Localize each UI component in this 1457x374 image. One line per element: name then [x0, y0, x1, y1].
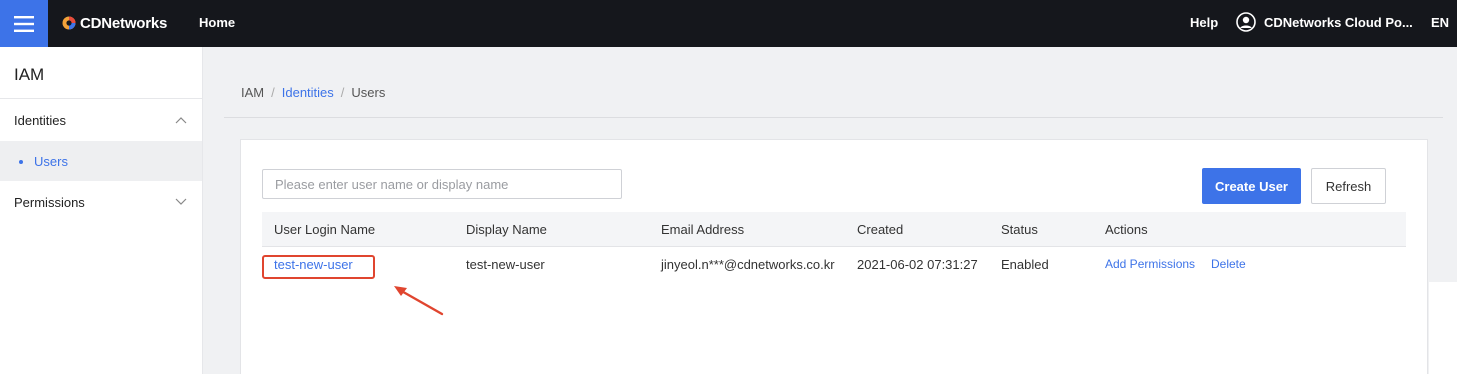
- user-circle-icon[interactable]: [1236, 12, 1256, 32]
- brand-name: CDNetworks: [80, 14, 168, 32]
- column-header-status[interactable]: Status: [1001, 222, 1038, 237]
- sidebar-group-label: Permissions: [14, 195, 85, 210]
- column-header-display-name[interactable]: Display Name: [466, 222, 547, 237]
- hamburger-menu-icon[interactable]: [0, 0, 48, 47]
- add-permissions-link[interactable]: Add Permissions: [1105, 257, 1195, 271]
- brand-logo[interactable]: CDNetworks: [62, 14, 167, 32]
- table-row: test-new-user test-new-user jinyeol.n***…: [262, 247, 1406, 282]
- sidebar-item-label: Users: [34, 154, 68, 169]
- breadcrumb-current: Users: [351, 85, 386, 100]
- user-search-input[interactable]: [262, 169, 622, 199]
- arrow-icon: [394, 286, 444, 316]
- sidebar-group-identities[interactable]: Identities: [0, 100, 202, 140]
- breadcrumb-separator: /: [271, 85, 275, 100]
- column-header-email[interactable]: Email Address: [661, 222, 744, 237]
- sidebar-group-permissions[interactable]: Permissions: [0, 182, 202, 222]
- cdnetworks-logo-icon: [62, 16, 76, 30]
- divider: [224, 117, 1443, 118]
- chevron-down-icon: [175, 198, 187, 205]
- sidebar-item-users[interactable]: Users: [0, 141, 202, 181]
- active-dot: [19, 160, 23, 164]
- sidebar: IAM Identities Users Permissions: [0, 47, 203, 374]
- table-header: User Login Name Display Name Email Addre…: [262, 212, 1406, 247]
- email-cell: jinyeol.n***@cdnetworks.co.kr: [661, 257, 835, 272]
- language-switcher[interactable]: EN: [1431, 15, 1449, 30]
- sidebar-group-label: Identities: [14, 113, 67, 128]
- nav-help-link[interactable]: Help: [1190, 15, 1218, 30]
- sidebar-title: IAM: [14, 65, 45, 84]
- delete-link[interactable]: Delete: [1211, 257, 1246, 271]
- breadcrumb-separator: /: [340, 85, 345, 100]
- refresh-button[interactable]: Refresh: [1311, 168, 1386, 204]
- chevron-up-icon: [175, 117, 187, 124]
- highlight-box: [262, 255, 375, 279]
- column-header-created[interactable]: Created: [857, 222, 903, 237]
- account-menu[interactable]: CDNetworks Cloud Po...: [1264, 15, 1413, 30]
- breadcrumb: IAM / Identities / Users: [241, 85, 385, 100]
- status-cell: Enabled: [1001, 257, 1049, 272]
- nav-home-link[interactable]: Home: [199, 15, 235, 30]
- breadcrumb-identities-link[interactable]: Identities: [282, 85, 334, 100]
- created-cell: 2021-06-02 07:31:27: [857, 257, 978, 272]
- divider: [0, 98, 202, 99]
- breadcrumb-root[interactable]: IAM: [241, 85, 264, 100]
- blank-area: [1429, 282, 1457, 374]
- column-header-login-name[interactable]: User Login Name: [274, 222, 375, 237]
- create-user-button[interactable]: Create User: [1202, 168, 1301, 204]
- column-header-actions: Actions: [1105, 222, 1148, 237]
- display-name-cell: test-new-user: [466, 257, 545, 272]
- top-navigation-bar: CDNetworks Home Help CDNetworks Cloud Po…: [0, 0, 1457, 47]
